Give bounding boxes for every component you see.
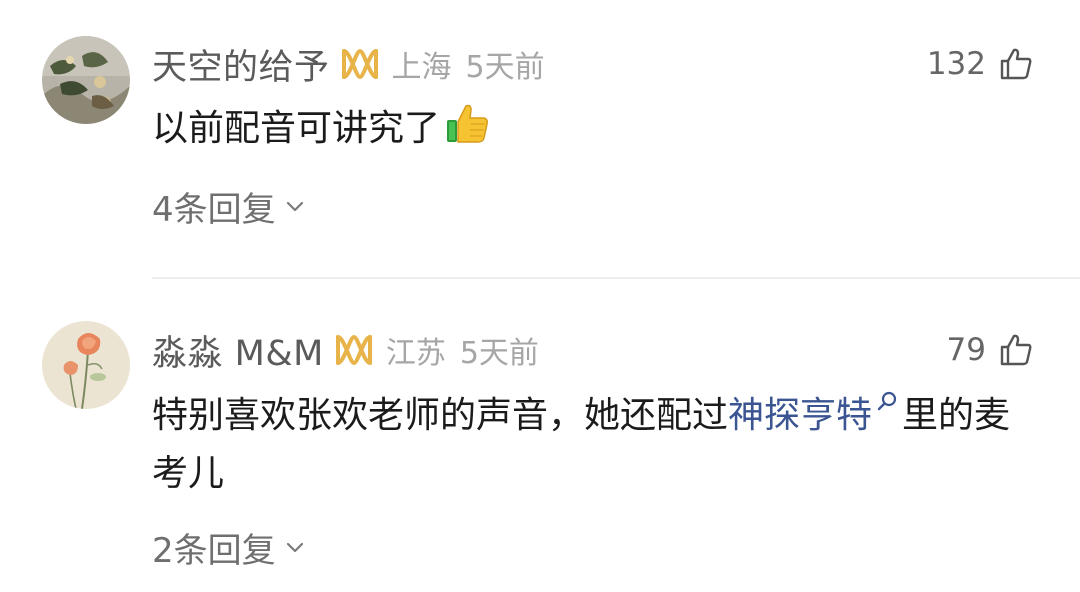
like-count: 132 <box>926 46 986 82</box>
comment-item: 天空的给予 上海 5天前 132 以前配音可讲究了 4条回复 <box>0 0 1080 278</box>
thumbs-up-icon <box>1000 48 1032 80</box>
chevron-down-icon <box>286 542 303 553</box>
timestamp: 5天前 <box>465 50 545 85</box>
comment-text: 以前配音可讲究了 <box>152 100 1042 158</box>
comment-meta: 淼淼 M&M 江苏 5天前 <box>152 326 539 374</box>
thumbs-up-icon <box>1000 334 1032 366</box>
avatar[interactable] <box>42 36 130 124</box>
comment-text-content: 以前配音可讲究了 <box>152 108 441 149</box>
location: 上海 <box>391 50 452 85</box>
vip-icon <box>334 333 374 367</box>
location: 江苏 <box>385 336 446 371</box>
search-icon <box>877 391 897 411</box>
comment-meta: 天空的给予 上海 5天前 <box>152 40 545 88</box>
comment-item: 淼淼 M&M 江苏 5天前 79 特别喜欢张欢老师的声音，她还配过神探亨特 里的… <box>0 279 1080 592</box>
thumbs-up-emoji-icon <box>444 100 490 146</box>
username[interactable]: 淼淼 M&M <box>152 325 324 376</box>
reply-count-label: 4条回复 <box>152 189 276 230</box>
like-button[interactable]: 132 <box>927 40 1034 88</box>
username[interactable]: 天空的给予 <box>152 39 330 90</box>
timestamp: 5天前 <box>459 336 539 371</box>
topic-link-label: 神探亨特 <box>728 395 873 436</box>
reply-count-label: 2条回复 <box>152 530 276 571</box>
comment-text-content: 特别喜欢张欢老师的声音，她还配过 <box>152 395 729 436</box>
chevron-down-icon <box>286 201 303 212</box>
view-replies-button[interactable]: 4条回复 <box>152 182 306 230</box>
like-button[interactable]: 79 <box>947 326 1034 374</box>
view-replies-button[interactable]: 2条回复 <box>152 523 306 571</box>
avatar[interactable] <box>42 321 130 409</box>
vip-icon <box>340 47 380 81</box>
topic-link[interactable]: 神探亨特 <box>728 391 902 436</box>
comment-text: 特别喜欢张欢老师的声音，她还配过神探亨特 里的麦考儿 <box>152 387 1042 503</box>
like-count: 79 <box>946 332 986 368</box>
